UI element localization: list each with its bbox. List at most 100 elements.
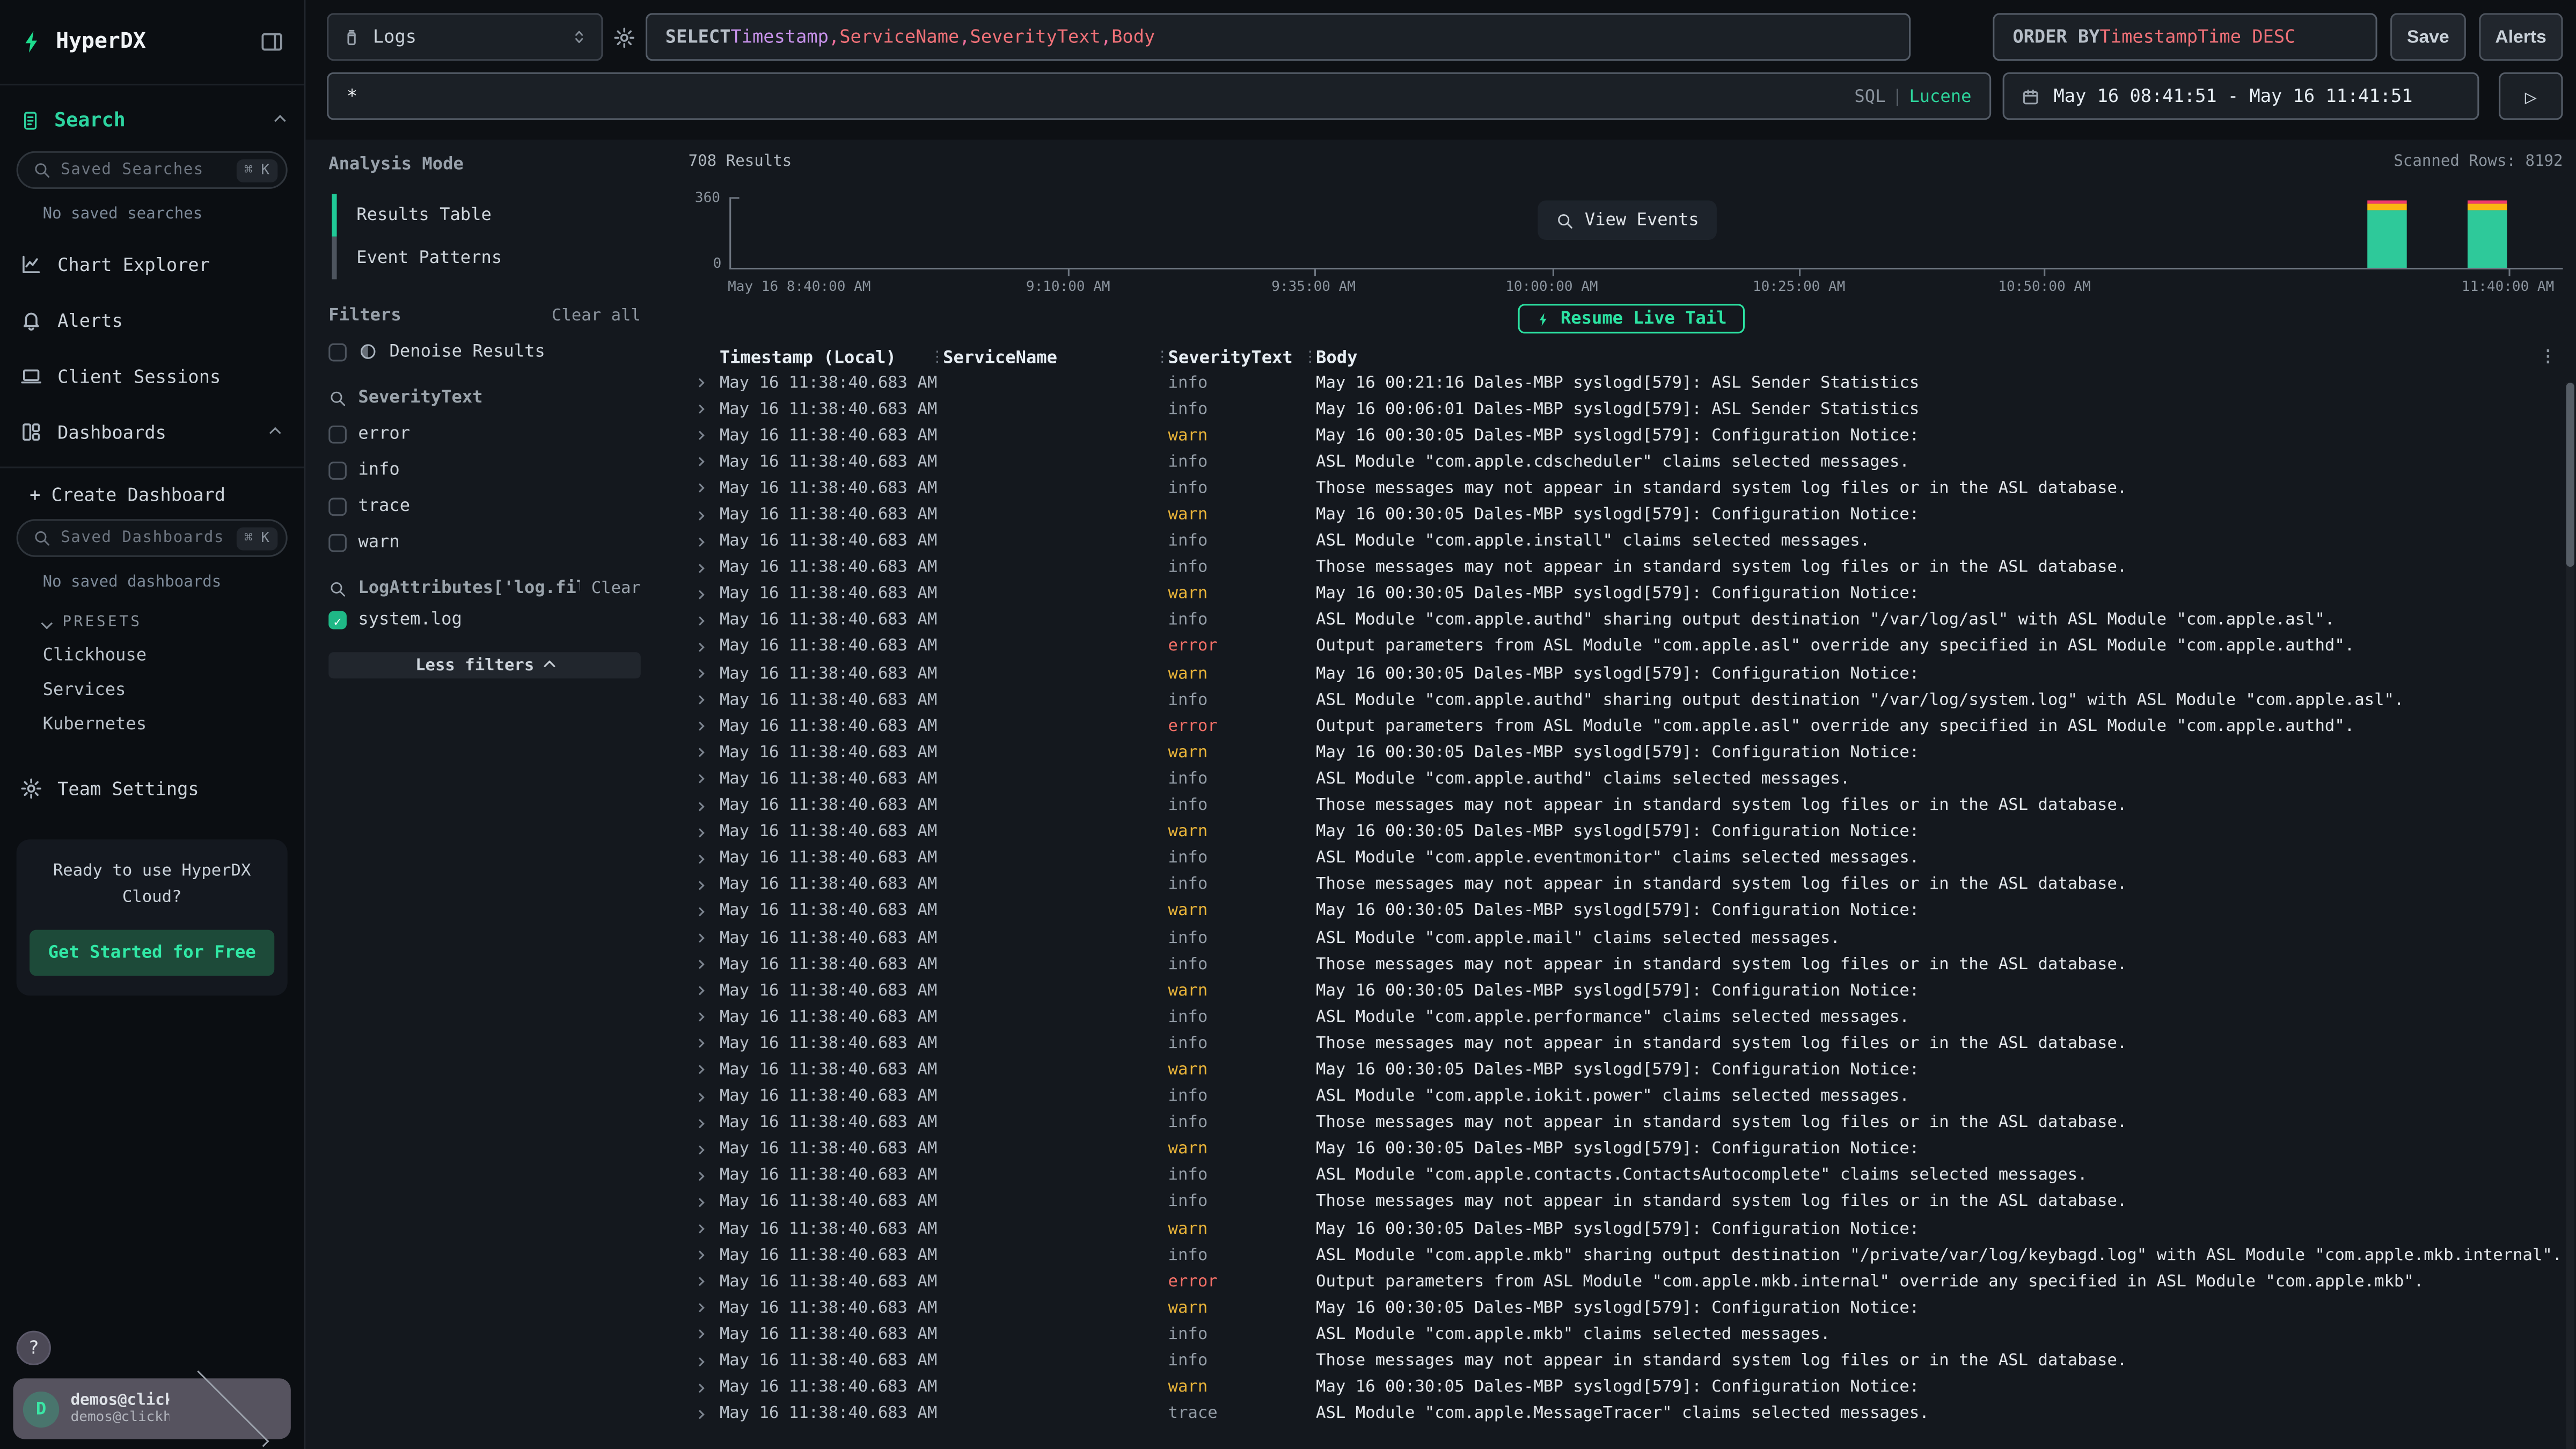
resume-live-tail-button[interactable]: Resume Live Tail (1518, 304, 1745, 333)
severity-checkbox[interactable] (328, 425, 347, 443)
saved-dashboards-input[interactable]: Saved Dashboards ⌘ K (17, 519, 288, 557)
row-expand-chevron-icon[interactable] (697, 379, 720, 386)
row-expand-chevron-icon[interactable] (697, 1146, 720, 1153)
severity-checkbox[interactable] (328, 533, 347, 551)
row-expand-chevron-icon[interactable] (697, 1411, 720, 1417)
table-row[interactable]: May 16 11:38:40.683 AM info ASL Module "… (687, 766, 2576, 793)
row-expand-chevron-icon[interactable] (697, 776, 720, 782)
row-expand-chevron-icon[interactable] (697, 1384, 720, 1391)
table-row[interactable]: May 16 11:38:40.683 AM info Those messag… (687, 793, 2576, 819)
row-expand-chevron-icon[interactable] (697, 1120, 720, 1126)
row-expand-chevron-icon[interactable] (697, 1014, 720, 1021)
table-row[interactable]: May 16 11:38:40.683 AM warn May 16 00:30… (687, 819, 2576, 845)
table-row[interactable]: May 16 11:38:40.683 AM info ASL Module "… (687, 1242, 2576, 1269)
preset-item[interactable]: Services (43, 680, 304, 700)
histogram-bar[interactable] (2468, 200, 2507, 268)
logattr-checkbox-checked[interactable]: ✓ (328, 610, 347, 628)
col-timestamp[interactable]: Timestamp (Local) (720, 347, 930, 367)
row-expand-chevron-icon[interactable] (697, 909, 720, 915)
user-menu[interactable]: D demos@clickhouse.com demos@clickhouse.… (13, 1378, 290, 1439)
sidebar-item-chart-explorer[interactable]: Chart Explorer (0, 237, 304, 292)
row-expand-chevron-icon[interactable] (697, 855, 720, 862)
toggle-lucene[interactable]: Lucene (1909, 86, 1971, 106)
get-started-button[interactable]: Get Started for Free (30, 930, 274, 976)
col-severitytext[interactable]: SeverityText (1168, 347, 1303, 367)
table-row[interactable]: May 16 11:38:40.683 AM info ASL Module "… (687, 925, 2576, 951)
row-expand-chevron-icon[interactable] (697, 935, 720, 941)
date-range-picker[interactable]: May 16 08:41:51 - May 16 11:41:51 (2003, 72, 2479, 120)
row-expand-chevron-icon[interactable] (697, 829, 720, 836)
row-expand-chevron-icon[interactable] (697, 433, 720, 439)
table-row[interactable]: May 16 11:38:40.683 AM warn May 16 00:30… (687, 1295, 2576, 1321)
column-menu-icon[interactable]: ⋮ (930, 349, 943, 366)
sidebar-item-dashboards[interactable]: Dashboards (0, 404, 304, 460)
row-expand-chevron-icon[interactable] (697, 723, 720, 730)
table-row[interactable]: May 16 11:38:40.683 AM info ASL Module "… (687, 846, 2576, 872)
table-row[interactable]: May 16 11:38:40.683 AM info Those messag… (687, 1348, 2576, 1374)
table-row[interactable]: May 16 11:38:40.683 AM info ASL Module "… (687, 1004, 2576, 1030)
table-row[interactable]: May 16 11:38:40.683 AM info Those messag… (687, 475, 2576, 502)
table-row[interactable]: May 16 11:38:40.683 AM info Those messag… (687, 555, 2576, 581)
table-row[interactable]: May 16 11:38:40.683 AM warn May 16 00:30… (687, 1137, 2576, 1163)
source-settings-button[interactable] (611, 13, 638, 61)
table-row[interactable]: May 16 11:38:40.683 AM warn May 16 00:30… (687, 1057, 2576, 1084)
row-expand-chevron-icon[interactable] (697, 1226, 720, 1232)
row-expand-chevron-icon[interactable] (697, 961, 720, 968)
row-expand-chevron-icon[interactable] (697, 644, 720, 650)
column-menu-icon[interactable]: ⋮ (1155, 349, 1168, 366)
row-expand-chevron-icon[interactable] (697, 1305, 720, 1312)
sidebar-item-search[interactable]: Search (0, 85, 304, 138)
search-query-input[interactable]: * SQL|Lucene (327, 72, 1991, 120)
table-row[interactable]: May 16 11:38:40.683 AM error Output para… (687, 713, 2576, 740)
col-body[interactable]: Body (1316, 347, 2540, 367)
toggle-sql[interactable]: SQL (1854, 86, 1885, 106)
row-expand-chevron-icon[interactable] (697, 882, 720, 888)
denoise-checkbox-row[interactable]: Denoise Results (328, 342, 641, 362)
saved-searches-input[interactable]: Saved Searches ⌘ K (17, 151, 288, 189)
sidebar-item-client-sessions[interactable]: Client Sessions (0, 348, 304, 404)
row-expand-chevron-icon[interactable] (697, 512, 720, 518)
table-row[interactable]: May 16 11:38:40.683 AM info ASL Module "… (687, 687, 2576, 713)
table-row[interactable]: May 16 11:38:40.683 AM warn May 16 00:30… (687, 422, 2576, 449)
severity-option[interactable]: warn (328, 532, 641, 552)
table-row[interactable]: May 16 11:38:40.683 AM error Output para… (687, 1269, 2576, 1295)
row-expand-chevron-icon[interactable] (697, 1331, 720, 1338)
table-row[interactable]: May 16 11:38:40.683 AM warn May 16 00:30… (687, 978, 2576, 1004)
table-row[interactable]: May 16 11:38:40.683 AM info Those messag… (687, 872, 2576, 898)
table-row[interactable]: May 16 11:38:40.683 AM info Those messag… (687, 1030, 2576, 1057)
row-expand-chevron-icon[interactable] (697, 803, 720, 809)
mode-results-table[interactable]: Results Table (332, 194, 641, 237)
table-row[interactable]: May 16 11:38:40.683 AM info ASL Module "… (687, 608, 2576, 634)
histogram-bar[interactable] (2367, 200, 2406, 268)
table-row[interactable]: May 16 11:38:40.683 AM info Those messag… (687, 952, 2576, 978)
help-button[interactable]: ? (17, 1331, 51, 1365)
row-expand-chevron-icon[interactable] (697, 538, 720, 545)
presets-toggle[interactable]: PRESETS (43, 614, 304, 631)
select-clause-input[interactable]: SELECT Timestamp, ServiceName, SeverityT… (646, 13, 1911, 61)
row-expand-chevron-icon[interactable] (697, 565, 720, 571)
sidebar-collapse-icon[interactable] (260, 30, 284, 54)
scrollbar-thumb[interactable] (2566, 383, 2574, 567)
table-row[interactable]: May 16 11:38:40.683 AM info ASL Module "… (687, 1084, 2576, 1110)
row-expand-chevron-icon[interactable] (697, 670, 720, 677)
logattr-option[interactable]: ✓ system.log (328, 610, 641, 630)
row-expand-chevron-icon[interactable] (697, 591, 720, 597)
row-expand-chevron-icon[interactable] (697, 618, 720, 624)
severity-checkbox[interactable] (328, 497, 347, 515)
create-dashboard-button[interactable]: + Create Dashboard (0, 468, 304, 506)
run-query-button[interactable]: ▷ (2499, 72, 2563, 120)
severity-checkbox[interactable] (328, 461, 347, 479)
row-expand-chevron-icon[interactable] (697, 1173, 720, 1179)
sidebar-item-team-settings[interactable]: Team Settings (0, 760, 304, 816)
row-expand-chevron-icon[interactable] (697, 1093, 720, 1100)
row-expand-chevron-icon[interactable] (697, 1067, 720, 1073)
table-row[interactable]: May 16 11:38:40.683 AM info May 16 00:21… (687, 370, 2576, 396)
view-events-button[interactable]: View Events (1537, 200, 1717, 239)
sidebar-item-alerts[interactable]: Alerts (0, 292, 304, 348)
row-expand-chevron-icon[interactable] (697, 459, 720, 465)
row-expand-chevron-icon[interactable] (697, 485, 720, 492)
row-expand-chevron-icon[interactable] (697, 406, 720, 413)
table-row[interactable]: May 16 11:38:40.683 AM info May 16 00:06… (687, 396, 2576, 422)
source-select[interactable]: Logs (327, 13, 603, 61)
table-row[interactable]: May 16 11:38:40.683 AM warn May 16 00:30… (687, 581, 2576, 608)
